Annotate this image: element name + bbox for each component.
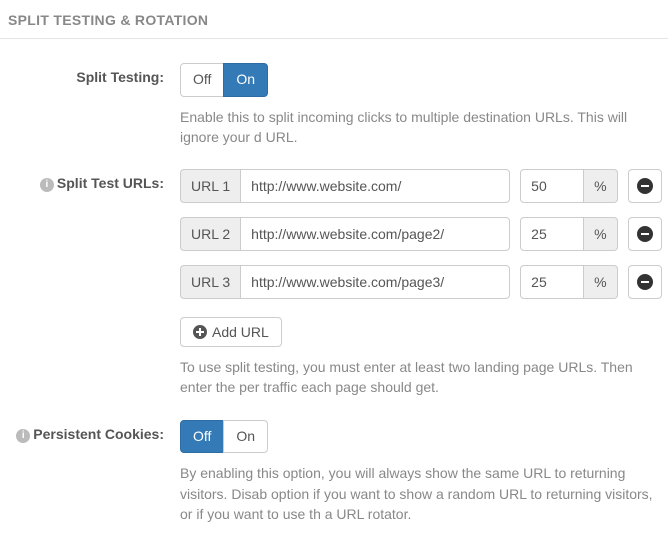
url-input[interactable] [240, 169, 510, 203]
url-addon: URL 2 [180, 217, 240, 251]
url-row: URL 3 % [180, 265, 668, 299]
toggle-on[interactable]: On [223, 420, 268, 454]
percent-addon: % [584, 169, 617, 203]
toggle-on[interactable]: On [223, 63, 268, 97]
url-row: URL 1 % [180, 169, 668, 203]
row-split-urls: iSplit Test URLs: URL 1 % URL 2 % [0, 169, 668, 398]
help-split-urls: To use split testing, you must enter at … [180, 357, 668, 398]
minus-circle-icon [637, 178, 653, 194]
toggle-off[interactable]: Off [180, 63, 224, 97]
toggle-off[interactable]: Off [180, 420, 224, 454]
remove-url-button[interactable] [628, 169, 662, 203]
url-addon: URL 1 [180, 169, 240, 203]
label-persistent-cookies: iPersistent Cookies: [0, 420, 180, 524]
weight-input[interactable] [520, 169, 584, 203]
add-url-button[interactable]: Add URL [180, 317, 282, 347]
percent-addon: % [584, 265, 617, 299]
toggle-split-testing[interactable]: Off On [180, 63, 268, 97]
section-header: SPLIT TESTING & ROTATION [0, 0, 668, 39]
toggle-persistent-cookies[interactable]: Off On [180, 420, 268, 454]
weight-input[interactable] [520, 265, 584, 299]
weight-input[interactable] [520, 217, 584, 251]
plus-circle-icon [193, 325, 207, 339]
url-input[interactable] [240, 265, 510, 299]
help-persistent-cookies: By enabling this option, you will always… [180, 463, 668, 524]
minus-circle-icon [637, 226, 653, 242]
url-input[interactable] [240, 217, 510, 251]
label-split-urls: iSplit Test URLs: [0, 169, 180, 398]
add-url-label: Add URL [212, 324, 269, 340]
info-icon: i [16, 429, 30, 443]
row-split-testing: Split Testing: Off On Enable this to spl… [0, 63, 668, 147]
info-icon: i [40, 178, 54, 192]
row-persistent-cookies: iPersistent Cookies: Off On By enabling … [0, 420, 668, 524]
percent-addon: % [584, 217, 617, 251]
url-addon: URL 3 [180, 265, 240, 299]
minus-circle-icon [637, 274, 653, 290]
label-split-testing: Split Testing: [0, 63, 180, 147]
help-split-testing: Enable this to split incoming clicks to … [180, 107, 668, 148]
remove-url-button[interactable] [628, 265, 662, 299]
url-row: URL 2 % [180, 217, 668, 251]
remove-url-button[interactable] [628, 217, 662, 251]
